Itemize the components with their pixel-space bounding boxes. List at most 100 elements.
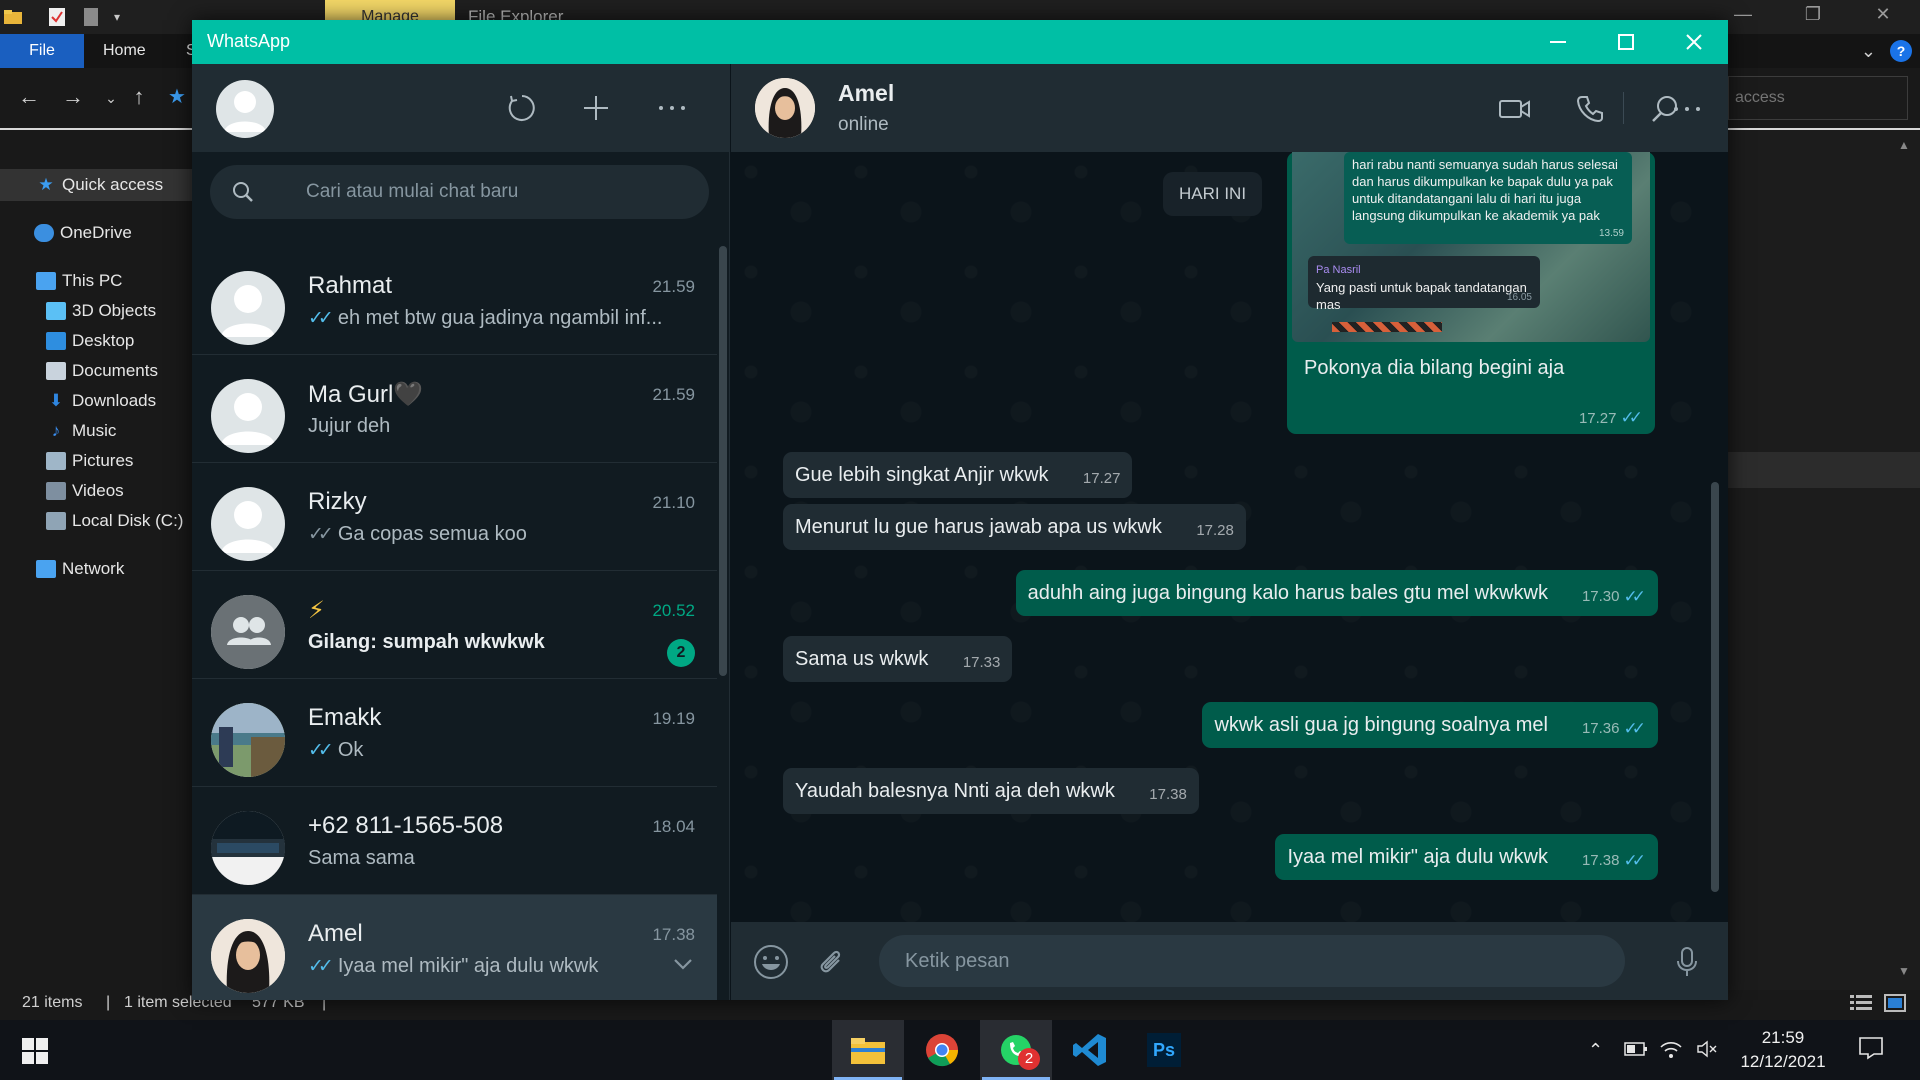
star-icon: ★ <box>38 175 54 194</box>
recent-locations-icon[interactable]: ⌄ <box>96 90 126 107</box>
explorer-restore-button[interactable]: ❐ <box>1790 4 1836 25</box>
nav-item-local-disk-c-[interactable]: Local Disk (C:) <box>0 505 192 537</box>
chat-list-scrollbar[interactable] <box>719 246 727 676</box>
status-button[interactable] <box>504 90 540 126</box>
explorer-search-input[interactable] <box>1728 76 1908 120</box>
default-avatar-icon <box>224 91 266 132</box>
nav-item-downloads[interactable]: ⬇ Downloads <box>0 385 192 417</box>
back-arrow-icon[interactable]: ← <box>14 84 44 110</box>
whatsapp-window-title: WhatsApp <box>207 31 291 51</box>
show-hidden-icons-chevron-icon[interactable]: ⌃ <box>1588 1040 1603 1061</box>
forward-arrow-icon[interactable]: → <box>58 84 88 110</box>
message-scrollbar[interactable] <box>1711 482 1719 892</box>
outgoing-message[interactable]: Iyaa mel mikir" aja dulu wkwk 17.38 ✓✓ <box>1275 834 1658 880</box>
nav-item-this-pc[interactable]: This PC <box>0 265 192 297</box>
chat-avatar <box>211 919 285 993</box>
chat-search-input[interactable] <box>306 165 686 219</box>
incoming-message[interactable]: Sama us wkwk 17.33 <box>783 636 1013 682</box>
music-icon: ♪ <box>51 421 61 440</box>
scroll-down-arrow-icon[interactable]: ▼ <box>1898 964 1910 978</box>
search-icon[interactable] <box>232 181 254 203</box>
image-message-bubble[interactable]: hari rabu nanti semuanya sudah harus sel… <box>1287 152 1655 434</box>
battery-icon[interactable] <box>1624 1040 1648 1061</box>
emoji-button[interactable] <box>751 942 791 982</box>
nav-item-network[interactable]: Network <box>0 553 192 585</box>
voice-message-button[interactable] <box>1667 942 1707 982</box>
scroll-up-arrow-icon[interactable]: ▲ <box>1898 138 1910 152</box>
menu-button[interactable] <box>654 90 690 126</box>
windows-start-icon[interactable] <box>22 1038 48 1064</box>
incoming-message[interactable]: Yaudah balesnya Nnti aja deh wkwk 17.38 <box>783 768 1199 814</box>
chevron-down-icon[interactable] <box>673 957 693 975</box>
nav-item-documents[interactable]: Documents <box>0 355 192 387</box>
minimize-button[interactable] <box>1524 20 1592 64</box>
attach-button[interactable] <box>811 942 851 982</box>
download-icon: ⬇ <box>48 391 64 410</box>
computer-icon <box>36 272 56 290</box>
folder-icon[interactable] <box>2 6 24 28</box>
chat-list-item[interactable]: ⚡ 20.52 Gilang: sumpah wkwkwk 2 <box>192 571 717 679</box>
expand-ribbon-icon[interactable]: ⌄ <box>1861 41 1876 62</box>
properties-icon[interactable] <box>46 6 68 28</box>
taskbar-file-explorer[interactable] <box>832 1020 904 1080</box>
voice-call-button[interactable] <box>1571 90 1609 128</box>
video-camera-icon <box>1499 100 1530 118</box>
chat-list-item[interactable]: Emakk 19.19 ✓✓ Ok <box>192 679 717 787</box>
read-ticks-icon: ✓✓ <box>308 308 334 329</box>
message-text: wkwk asli gua jg bingung soalnya mel <box>1214 714 1548 736</box>
photoshop-icon: Ps <box>1147 1033 1181 1067</box>
incoming-message[interactable]: Gue lebih singkat Anjir wkwk 17.27 <box>783 452 1133 498</box>
compose-bar <box>731 922 1728 1000</box>
contact-avatar[interactable] <box>755 78 815 138</box>
customize-dropdown-icon[interactable]: ▾ <box>106 6 128 28</box>
chat-preview-text: Ok <box>337 739 364 761</box>
my-profile-avatar[interactable] <box>216 80 274 138</box>
conversation-header[interactable]: Amel online <box>731 64 1728 152</box>
conversation-menu-button[interactable] <box>1668 90 1706 128</box>
outgoing-message[interactable]: aduhh aing juga bingung kalo harus bales… <box>1015 570 1658 616</box>
details-view-icon[interactable] <box>1850 994 1872 1017</box>
nav-item-onedrive[interactable]: OneDrive <box>0 217 192 249</box>
screenshot-image[interactable]: hari rabu nanti semuanya sudah harus sel… <box>1292 152 1650 342</box>
nav-item-3d-objects[interactable]: 3D Objects <box>0 295 192 327</box>
nav-item-quick-access[interactable]: ★ Quick access <box>0 169 192 201</box>
chat-list-item[interactable]: Rahmat 21.59 ✓✓ eh met btw gua jadinya ngam… <box>192 247 717 355</box>
address-star-icon: ★ <box>168 86 186 108</box>
video-call-button[interactable] <box>1496 90 1534 128</box>
nav-item-label: Music <box>72 421 117 440</box>
volume-muted-icon[interactable] <box>1696 1040 1718 1063</box>
chat-list-item[interactable]: +62 811-1565-508 18.04 Sama sama <box>192 787 717 895</box>
chat-search-bar <box>210 165 709 219</box>
new-chat-button[interactable] <box>578 90 614 126</box>
up-arrow-icon[interactable]: ↑ <box>124 84 154 110</box>
outgoing-message[interactable]: wkwk asli gua jg bingung soalnya mel 17.3… <box>1202 702 1658 748</box>
notification-center-icon[interactable] <box>1858 1036 1884 1065</box>
new-folder-icon[interactable] <box>80 6 102 28</box>
message-input[interactable] <box>879 935 1625 987</box>
wifi-icon[interactable] <box>1660 1040 1682 1063</box>
taskbar-chrome[interactable] <box>906 1020 978 1080</box>
help-icon[interactable]: ? <box>1890 40 1912 62</box>
selected-file-row[interactable] <box>1728 452 1920 488</box>
nav-item-music[interactable]: ♪ Music <box>0 415 192 447</box>
home-tab[interactable]: Home <box>103 34 146 68</box>
taskbar-photoshop[interactable]: Ps <box>1128 1020 1200 1080</box>
file-tab[interactable]: File <box>0 34 84 68</box>
taskbar-clock[interactable]: 21:59 12/12/2021 <box>1728 1026 1838 1074</box>
chat-list-item[interactable]: Ma Gurl🖤 21.59 Jujur deh <box>192 355 717 463</box>
close-button[interactable] <box>1660 20 1728 64</box>
explorer-close-button[interactable]: ✕ <box>1860 4 1906 25</box>
pictures-icon <box>46 452 66 470</box>
chat-list-item[interactable]: Rizky 21.10 ✓✓ Ga copas semua koo <box>192 463 717 571</box>
read-ticks-icon: ✓✓ <box>308 956 334 977</box>
chat-preview: ✓✓ eh met btw gua jadinya ngambil inf... <box>308 307 688 330</box>
chat-list-item[interactable]: Amel 17.38 ✓✓ Iyaa mel mikir" aja dulu wkwk <box>192 895 717 1000</box>
nav-item-desktop[interactable]: Desktop <box>0 325 192 357</box>
taskbar-vscode[interactable] <box>1054 1020 1126 1080</box>
taskbar-whatsapp[interactable]: 2 <box>980 1020 1052 1080</box>
maximize-button[interactable] <box>1592 20 1660 64</box>
incoming-message[interactable]: Menurut lu gue harus jawab apa us wkwk 17… <box>783 504 1246 550</box>
large-icons-view-icon[interactable] <box>1884 994 1906 1017</box>
nav-item-videos[interactable]: Videos <box>0 475 192 507</box>
nav-item-pictures[interactable]: Pictures <box>0 445 192 477</box>
